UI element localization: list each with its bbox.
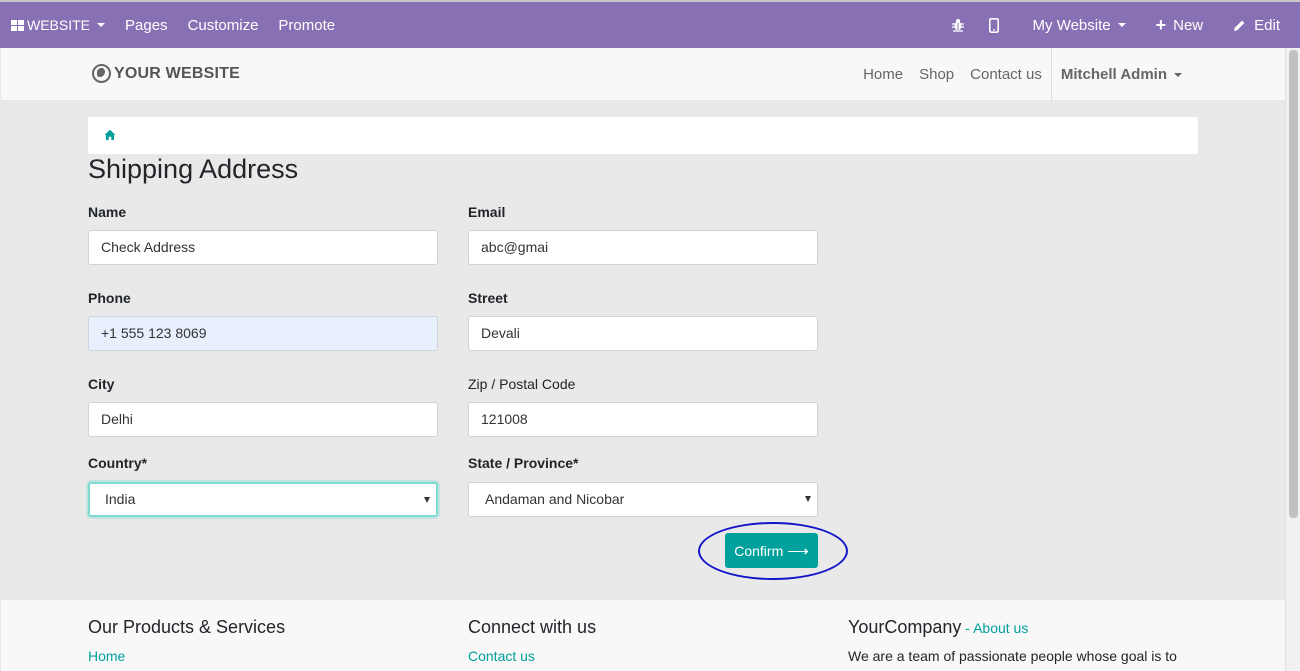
footer-company-text: We are a team of passionate people whose… [848, 648, 1177, 664]
chevron-down-icon [97, 23, 106, 27]
bug-icon [951, 19, 964, 32]
home-icon[interactable] [104, 129, 116, 141]
scrollbar-thumb[interactable] [1289, 50, 1298, 518]
country-label: Country* [88, 455, 148, 471]
site-nav: Home Shop Contact us Mitchell Admin [855, 48, 1190, 101]
plus-icon: + [1155, 15, 1167, 35]
city-input[interactable]: Delhi [88, 402, 438, 437]
name-input[interactable]: Check Address [88, 230, 438, 265]
street-label: Street [468, 290, 508, 306]
menu-promote[interactable]: Promote [268, 2, 345, 48]
name-label: Name [88, 204, 127, 220]
state-select[interactable]: Andaman and Nicobar [468, 482, 818, 517]
site-header: YOUR WEBSITE Home Shop Contact us Mitche… [1, 48, 1285, 101]
mobile-preview-button[interactable] [977, 2, 1011, 48]
website-apps-menu[interactable]: WEBSITE [0, 2, 115, 48]
state-select-value: Andaman and Nicobar [485, 491, 625, 507]
city-label: City [88, 376, 115, 392]
new-button-label: New [1173, 16, 1204, 34]
arrow-right-icon: ⟶ [787, 542, 809, 560]
admin-navbar: WEBSITE Pages Customize Promote My Websi… [0, 0, 1300, 48]
footer-link-about[interactable]: About us [973, 620, 1028, 636]
footer-link-contact[interactable]: Contact us [468, 648, 535, 664]
mobile-icon [988, 17, 999, 33]
pencil-icon [1234, 20, 1245, 31]
footer-products-title: Our Products & Services [88, 617, 286, 637]
edit-button[interactable]: Edit [1215, 2, 1292, 48]
nav-shop[interactable]: Shop [911, 66, 962, 83]
nav-home[interactable]: Home [855, 66, 911, 83]
apps-grid-icon [11, 19, 24, 31]
site-logo-text: YOUR WEBSITE [114, 64, 240, 82]
user-name: Mitchell Admin [1060, 66, 1167, 83]
select-arrow-icon [805, 496, 811, 502]
email-label: Email [468, 204, 506, 220]
website-switcher[interactable]: My Website [1011, 2, 1138, 48]
select-arrow-icon [424, 497, 430, 503]
confirm-button[interactable]: Confirm ⟶ [725, 533, 818, 568]
page-title: Shipping Address [88, 154, 299, 184]
website-brand-label: WEBSITE [27, 17, 91, 33]
website-switcher-label: My Website [1032, 16, 1111, 34]
zip-label: Zip / Postal Code [468, 376, 576, 392]
footer-connect-title: Connect with us [468, 617, 597, 637]
site-logo[interactable]: YOUR WEBSITE [92, 64, 240, 83]
new-button[interactable]: + New [1138, 2, 1216, 48]
page-scrollbar[interactable] [1285, 48, 1300, 671]
chevron-down-icon [1174, 72, 1182, 77]
breadcrumb [88, 117, 1198, 154]
chevron-down-icon [1117, 23, 1126, 27]
state-label: State / Province* [468, 455, 579, 471]
confirm-button-label: Confirm [734, 542, 784, 559]
footer-link-home[interactable]: Home [88, 648, 125, 664]
site-footer: Our Products & Services Home Connect wit… [1, 600, 1285, 671]
footer-company-heading: YourCompany - About us [848, 617, 1029, 637]
menu-pages[interactable]: Pages [115, 2, 178, 48]
edit-button-label: Edit [1254, 16, 1280, 34]
country-select[interactable]: India [88, 482, 438, 517]
menu-customize[interactable]: Customize [178, 2, 269, 48]
zip-input[interactable]: 121008 [468, 402, 818, 437]
phone-label: Phone [88, 290, 131, 306]
street-input[interactable]: Devali [468, 316, 818, 351]
phone-input[interactable]: +1 555 123 8069 [88, 316, 438, 351]
debug-button[interactable] [939, 2, 977, 48]
nav-contact-us[interactable]: Contact us [962, 66, 1050, 83]
globe-icon [92, 64, 111, 83]
user-menu[interactable]: Mitchell Admin [1050, 48, 1190, 101]
email-input[interactable]: abc@gmai [468, 230, 818, 265]
footer-company-name: YourCompany [848, 617, 962, 637]
country-select-value: India [105, 491, 136, 507]
